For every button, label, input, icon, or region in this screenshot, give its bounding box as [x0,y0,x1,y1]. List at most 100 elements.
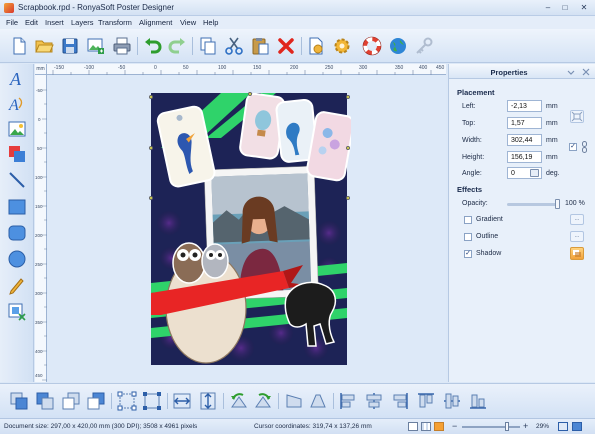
align-bottom-icon[interactable] [468,391,488,411]
outline-settings-button[interactable]: ... [570,231,584,242]
menu-edit[interactable]: Edit [25,18,38,27]
zoom-out-button[interactable]: − [452,421,457,431]
register-key-icon[interactable] [414,36,434,56]
align-right-icon[interactable] [390,391,410,411]
align-left-icon[interactable] [338,391,358,411]
clipart-tool-icon[interactable] [7,144,27,164]
cut-icon[interactable] [224,36,244,56]
fit-page-icon[interactable] [558,422,568,431]
chain-link-icon [582,141,587,153]
outline-checkbox[interactable] [464,233,472,241]
shadow-settings-button[interactable] [570,247,584,260]
menu-transform[interactable]: Transform [98,18,132,27]
left-input[interactable] [507,100,542,112]
selection-handle[interactable] [346,95,350,99]
menu-help[interactable]: Help [203,18,218,27]
svg-text:A: A [9,69,22,88]
bring-forward-icon[interactable] [35,391,55,411]
bring-to-front-icon[interactable] [9,391,29,411]
copy-icon[interactable] [198,36,218,56]
new-document-icon[interactable] [9,36,29,56]
menu-view[interactable]: View [180,18,196,27]
selection-handle[interactable] [346,196,350,200]
zoom-slider-thumb[interactable] [505,422,509,431]
skew-right-icon[interactable] [308,391,328,411]
angle-dial-icon[interactable] [530,169,539,177]
rounded-rectangle-tool-icon[interactable] [7,223,27,243]
send-to-back-icon[interactable] [86,391,106,411]
view-mode-normal-icon[interactable] [408,422,418,431]
delete-icon[interactable] [276,36,296,56]
effects-section-title: Effects [457,185,483,194]
undo-icon[interactable] [143,36,163,56]
ellipse-tool-icon[interactable] [7,249,27,269]
view-mode-grid-icon[interactable] [421,422,431,431]
zoom-slider[interactable] [462,426,520,428]
open-folder-icon[interactable] [34,36,54,56]
top-input[interactable] [507,117,542,129]
help-lifebuoy-icon[interactable] [362,36,382,56]
settings-gear-icon[interactable] [332,36,352,56]
ungroup-icon[interactable] [142,391,162,411]
selection-handle[interactable] [248,92,252,96]
selection-handle[interactable] [149,196,153,200]
minimize-button[interactable]: – [541,2,555,13]
group-icon[interactable] [117,391,137,411]
save-icon[interactable] [60,36,80,56]
opacity-slider[interactable] [507,203,559,206]
menu-layers[interactable]: Layers [71,18,94,27]
actual-size-icon[interactable] [572,422,582,431]
zoom-in-button[interactable]: + [523,421,528,431]
opacity-slider-thumb[interactable] [555,199,560,209]
menu-insert[interactable]: Insert [45,18,64,27]
selection-handle[interactable] [149,95,153,99]
image-tool-icon[interactable] [7,119,27,139]
close-button[interactable]: ✕ [577,2,591,13]
keep-ratio-checkbox[interactable]: ✓ [569,143,577,151]
reset-size-icon[interactable] [570,110,584,123]
top-label: Top: [462,120,476,127]
horizontal-ruler[interactable]: -150 -100 -50 0 50 100 150 200 250 300 3… [47,64,446,75]
panel-collapse-icon[interactable] [567,68,575,76]
canvas-workspace[interactable]: mm -150 -100 -50 0 50 100 150 200 250 30… [35,64,446,382]
align-top-icon[interactable] [416,391,436,411]
print-icon[interactable] [112,36,132,56]
line-tool-icon[interactable] [7,170,27,190]
skew-left-icon[interactable] [284,391,304,411]
redo-icon[interactable] [167,36,187,56]
pencil-tool-icon[interactable] [7,275,27,295]
menu-file[interactable]: File [6,18,18,27]
ruler-label: -150 [54,65,65,71]
ruler-label: 250 [35,262,43,267]
selection-handle[interactable] [346,146,350,150]
text-tool-icon[interactable]: A [7,68,27,89]
rotate-right-icon[interactable] [253,391,273,411]
send-backward-icon[interactable] [61,391,81,411]
menu-alignment[interactable]: Alignment [139,18,172,27]
flip-vertical-icon[interactable] [198,391,218,411]
poster-document[interactable] [151,93,351,368]
ruler-label: 100 [35,175,43,180]
height-input[interactable] [507,151,542,163]
shadow-checkbox[interactable]: ✓ [464,250,472,258]
rectangle-tool-icon[interactable] [7,197,27,217]
rotate-left-icon[interactable] [229,391,249,411]
flip-horizontal-icon[interactable] [172,391,192,411]
website-globe-icon[interactable] [388,36,408,56]
view-mode-color-icon[interactable] [434,422,444,431]
width-input[interactable] [507,134,542,146]
align-middle-icon[interactable] [442,391,462,411]
document-settings-icon[interactable] [306,36,326,56]
align-center-icon[interactable] [364,391,384,411]
curved-text-tool-icon[interactable]: A [7,94,27,114]
gradient-label: Gradient [476,216,503,223]
selection-handle[interactable] [149,146,153,150]
gradient-checkbox[interactable] [464,216,472,224]
panel-close-icon[interactable] [582,68,590,76]
vertical-ruler[interactable]: -50 0 50 100 150 200 250 300 350 400 450 [35,75,47,382]
gradient-settings-button[interactable]: ... [570,214,584,225]
picture-frame-tool-icon[interactable] [7,302,27,322]
paste-icon[interactable] [250,36,270,56]
maximize-button[interactable]: □ [558,2,572,13]
export-image-icon[interactable] [86,36,106,56]
